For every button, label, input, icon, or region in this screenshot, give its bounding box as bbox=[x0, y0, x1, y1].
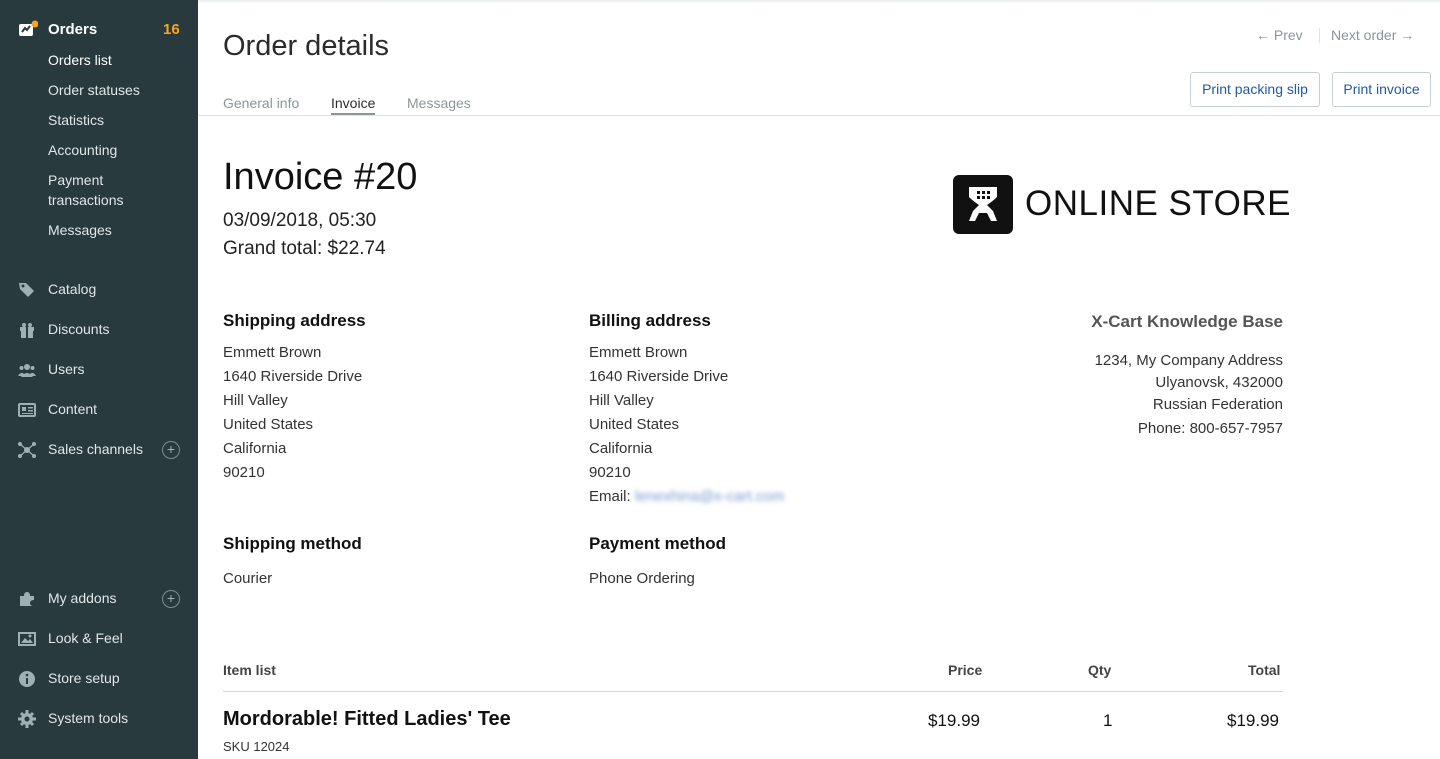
tab-messages[interactable]: Messages bbox=[407, 95, 471, 111]
items-header-total: Total bbox=[1248, 662, 1281, 678]
sidebar-item-statistics[interactable]: Statistics bbox=[48, 110, 104, 130]
shipping-address: Emmett Brown 1640 Riverside Drive Hill V… bbox=[223, 341, 362, 485]
image-icon bbox=[18, 630, 36, 648]
billing-address-heading: Billing address bbox=[589, 311, 711, 330]
sidebar-item-label: Sales channels bbox=[48, 441, 143, 457]
items-header-qty: Qty bbox=[1088, 662, 1112, 678]
address-line: Emmett Brown bbox=[589, 344, 688, 361]
invoice-date: 03/09/2018, 05:30 bbox=[223, 210, 377, 231]
address-line: California bbox=[223, 440, 287, 457]
top-shadow bbox=[198, 0, 1440, 4]
newspaper-icon bbox=[18, 401, 36, 419]
grand-total: Grand total: $22.74 bbox=[223, 238, 386, 259]
address-line: United States bbox=[589, 416, 680, 433]
gift-icon bbox=[18, 321, 36, 339]
sidebar-item-sales-channels[interactable]: Sales channels + bbox=[0, 438, 198, 462]
sidebar: Orders 16 Orders list Order statuses Sta… bbox=[0, 0, 198, 759]
gear-icon bbox=[18, 710, 36, 728]
shipping-address-heading: Shipping address bbox=[223, 311, 366, 330]
address-line: Hill Valley bbox=[589, 392, 654, 409]
address-line: 90210 bbox=[589, 464, 631, 481]
sidebar-item-label: Catalog bbox=[48, 281, 97, 297]
items-header-item: Item list bbox=[223, 662, 276, 678]
sidebar-item-accounting[interactable]: Accounting bbox=[48, 140, 117, 160]
email-label: Email: bbox=[589, 488, 631, 505]
sidebar-item-label: Store setup bbox=[48, 670, 120, 686]
item-price: $19.99 bbox=[928, 711, 980, 730]
payment-method-value: Phone Ordering bbox=[589, 570, 695, 587]
email-link[interactable]: lenexhina@x-cart.com bbox=[635, 485, 784, 509]
sidebar-item-payment-transactions[interactable]: Payment transactions bbox=[48, 170, 123, 210]
address-line: Emmett Brown bbox=[223, 344, 322, 361]
tab-general-info[interactable]: General info bbox=[223, 95, 299, 111]
plus-icon[interactable]: + bbox=[162, 441, 180, 459]
sidebar-item-label: Content bbox=[48, 401, 98, 417]
sidebar-item-label: Discounts bbox=[48, 321, 110, 337]
sidebar-item-orders[interactable]: Orders 16 bbox=[0, 18, 198, 42]
billing-address: Emmett Brown 1640 Riverside Drive Hill V… bbox=[589, 341, 784, 509]
sidebar-item-catalog[interactable]: Catalog bbox=[0, 278, 198, 302]
shipping-method-heading: Shipping method bbox=[223, 534, 362, 553]
print-packing-slip-button[interactable]: Print packing slip bbox=[1190, 72, 1320, 107]
store-logo-text: ONLINE STORE bbox=[1025, 184, 1291, 223]
orders-icon bbox=[18, 20, 39, 38]
users-icon bbox=[18, 361, 36, 379]
item-qty: 1 bbox=[1103, 711, 1113, 730]
sidebar-item-look-and-feel[interactable]: Look & Feel bbox=[0, 627, 198, 651]
company-address-line: Ulyanovsk, 432000 bbox=[1155, 374, 1283, 391]
company-name: X-Cart Knowledge Base bbox=[1091, 312, 1283, 331]
nav-separator bbox=[1319, 28, 1320, 43]
address-line: 90210 bbox=[223, 464, 265, 481]
plus-icon[interactable]: + bbox=[162, 590, 180, 608]
items-header-price: Price bbox=[948, 662, 983, 678]
company-info: X-Cart Knowledge Base 1234, My Company A… bbox=[1091, 312, 1283, 440]
company-phone: Phone: 800-657-7957 bbox=[1137, 420, 1283, 437]
address-line: California bbox=[589, 440, 653, 457]
tab-invoice[interactable]: Invoice bbox=[331, 95, 376, 115]
sidebar-item-content[interactable]: Content bbox=[0, 398, 198, 422]
address-line: 1640 Riverside Drive bbox=[589, 368, 729, 385]
tags-icon bbox=[18, 281, 36, 299]
company-address-line: Russian Federation bbox=[1152, 396, 1283, 413]
page-title: Order details bbox=[223, 30, 390, 62]
sidebar-item-order-statuses[interactable]: Order statuses bbox=[48, 80, 140, 100]
sidebar-item-label: Payment bbox=[48, 172, 104, 188]
sidebar-item-orders-list[interactable]: Orders list bbox=[48, 50, 112, 70]
sidebar-item-messages[interactable]: Messages bbox=[48, 220, 112, 240]
sidebar-item-label: Users bbox=[48, 361, 85, 377]
sidebar-item-label: Look & Feel bbox=[48, 630, 123, 646]
sidebar-item-store-setup[interactable]: Store setup bbox=[0, 667, 198, 691]
address-line: United States bbox=[223, 416, 314, 433]
item-total: $19.99 bbox=[1227, 711, 1279, 730]
sidebar-item-label: Orders bbox=[48, 21, 98, 38]
shipping-method-value: Courier bbox=[223, 570, 273, 587]
main-content: Order details General info Invoice Messa… bbox=[198, 0, 1440, 759]
sidebar-item-discounts[interactable]: Discounts bbox=[0, 318, 198, 342]
company-address-line: 1234, My Company Address bbox=[1094, 352, 1283, 369]
sidebar-item-label: System tools bbox=[48, 710, 129, 726]
info-icon bbox=[18, 670, 36, 688]
print-invoice-button[interactable]: Print invoice bbox=[1332, 72, 1431, 107]
item-name: Mordorable! Fitted Ladies' Tee bbox=[223, 708, 511, 730]
address-line: 1640 Riverside Drive bbox=[223, 368, 363, 385]
email-line: Email: lenexhina@x-cart.com bbox=[589, 485, 784, 509]
payment-method-heading: Payment method bbox=[589, 534, 726, 553]
items-divider bbox=[223, 691, 1283, 692]
tabs-divider bbox=[198, 115, 1440, 116]
network-icon bbox=[18, 441, 36, 459]
address-line: Hill Valley bbox=[223, 392, 288, 409]
sidebar-item-users[interactable]: Users bbox=[0, 358, 198, 382]
prev-order-link[interactable]: ← Prev bbox=[1256, 27, 1303, 43]
sidebar-item-system-tools[interactable]: System tools bbox=[0, 707, 198, 731]
sidebar-item-my-addons[interactable]: My addons + bbox=[0, 587, 198, 611]
item-sku: SKU 12024 bbox=[223, 739, 290, 754]
next-order-link[interactable]: Next order → bbox=[1331, 27, 1414, 43]
invoice-title: Invoice #20 bbox=[223, 156, 418, 198]
store-logo-icon bbox=[953, 175, 1013, 234]
puzzle-icon bbox=[18, 590, 36, 608]
sidebar-item-label: transactions bbox=[48, 192, 124, 208]
sidebar-item-label: My addons bbox=[48, 590, 117, 606]
orders-count-badge: 16 bbox=[163, 21, 180, 38]
